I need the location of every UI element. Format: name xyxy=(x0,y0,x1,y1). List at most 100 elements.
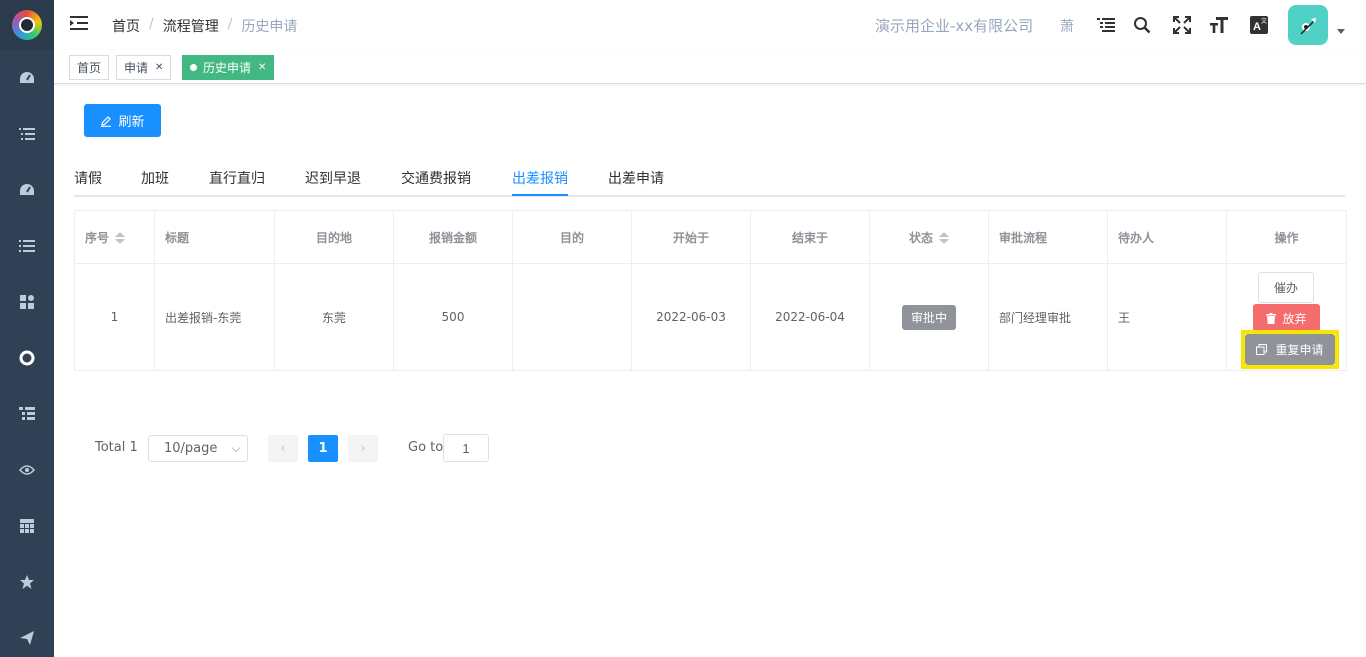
header-assignee: 待办人 xyxy=(1107,210,1227,264)
grid-icon[interactable] xyxy=(17,292,37,312)
reapply-label: 重复申请 xyxy=(1275,343,1324,357)
refresh-button[interactable]: 刷新 xyxy=(84,104,161,137)
hamburger-icon[interactable] xyxy=(70,15,88,35)
menu-tree-icon[interactable] xyxy=(1095,14,1117,36)
chevron-left-icon: ‹ xyxy=(280,441,286,456)
close-icon[interactable]: ✕ xyxy=(258,62,266,73)
abandon-label: 放弃 xyxy=(1282,311,1307,326)
active-tab-indicator xyxy=(512,194,568,196)
goto-input[interactable] xyxy=(443,434,489,462)
refresh-label: 刷新 xyxy=(118,115,145,130)
tag-label: 首页 xyxy=(77,61,102,75)
pagination-total: Total 1 xyxy=(95,440,138,455)
tree-list-icon[interactable] xyxy=(17,404,37,424)
company-name: 演示用企业-xx有限公司 xyxy=(875,17,1034,35)
dashboard-icon[interactable] xyxy=(17,68,37,88)
star-icon[interactable] xyxy=(17,572,37,592)
history-table: 序号 标题 目的地 报销金额 目的 开始于 结束于 状态 审批流程 待办人 操作… xyxy=(74,210,1347,371)
list-icon[interactable] xyxy=(17,124,37,144)
tag-apply[interactable]: 申请 ✕ xyxy=(116,55,172,80)
cell-destination: 东莞 xyxy=(274,263,394,371)
reapply-button[interactable]: 重复申请 xyxy=(1245,334,1335,365)
status-badge: 审批中 xyxy=(901,304,956,330)
tab-overtime[interactable]: 加班 xyxy=(141,168,169,188)
cell-status: 审批中 xyxy=(869,263,989,371)
urge-label: 催办 xyxy=(1273,281,1298,295)
chevron-down-icon xyxy=(231,443,241,453)
header-end: 结束于 xyxy=(750,210,870,264)
cell-purpose xyxy=(512,263,632,371)
goto-label: Go to xyxy=(408,440,444,455)
tab-travel-request[interactable]: 出差申请 xyxy=(608,168,664,188)
language-icon[interactable]: A文 xyxy=(1248,14,1270,36)
header-actions: 操作 xyxy=(1226,210,1347,264)
user-initial: 萧 xyxy=(1060,19,1074,35)
chevron-down-icon[interactable] xyxy=(1337,29,1345,34)
copy-icon xyxy=(1256,344,1268,355)
header-start: 开始于 xyxy=(631,210,751,264)
tab-transport-expense[interactable]: 交通费报销 xyxy=(401,168,471,188)
prev-page-button[interactable]: ‹ xyxy=(268,435,298,462)
tag-label: 历史申请 xyxy=(203,61,252,75)
next-page-button[interactable]: › xyxy=(348,435,378,462)
navbar: 首页 / 流程管理 / 历史申请 演示用企业-xx有限公司 萧 A文 xyxy=(54,0,1366,50)
tag-label: 申请 xyxy=(124,61,149,75)
tags-view: 首页 申请 ✕ 历史申请 ✕ xyxy=(54,50,1366,84)
avatar[interactable] xyxy=(1288,5,1328,45)
breadcrumb-current: 历史申请 xyxy=(241,19,298,35)
eye-icon[interactable] xyxy=(17,460,37,480)
breadcrumb-process[interactable]: 流程管理 xyxy=(163,16,219,36)
send-icon[interactable] xyxy=(17,628,37,648)
header-status[interactable]: 状态 xyxy=(869,210,989,264)
header-title: 标题 xyxy=(154,210,275,264)
tab-late-early[interactable]: 迟到早退 xyxy=(305,168,361,188)
edit-icon xyxy=(101,115,112,127)
tag-history[interactable]: 历史申请 ✕ xyxy=(182,55,275,80)
close-icon[interactable]: ✕ xyxy=(155,62,163,73)
trash-icon xyxy=(1266,312,1277,324)
lifebuoy-icon[interactable] xyxy=(17,348,37,368)
sort-icon[interactable] xyxy=(939,232,949,244)
table-icon[interactable] xyxy=(17,516,37,536)
cell-assignee: 王 xyxy=(1107,263,1227,371)
cell-end: 2022-06-04 xyxy=(750,263,870,371)
header-purpose: 目的 xyxy=(512,210,632,264)
menu-list-icon[interactable] xyxy=(17,236,37,256)
tab-direct-travel[interactable]: 直行直归 xyxy=(209,168,265,188)
page-size-value: 10/page xyxy=(164,441,218,456)
tab-travel-expense[interactable]: 出差报销 xyxy=(512,168,568,188)
app-logo[interactable] xyxy=(0,0,54,50)
breadcrumb: 首页 / 流程管理 / 历史申请 xyxy=(112,16,298,36)
tag-home[interactable]: 首页 xyxy=(69,55,110,80)
svg-text:A: A xyxy=(1253,21,1261,33)
svg-text:文: 文 xyxy=(1261,17,1267,25)
header-amount: 报销金额 xyxy=(393,210,513,264)
active-dot-icon xyxy=(190,64,197,71)
search-icon[interactable] xyxy=(1131,14,1153,36)
chevron-right-icon: › xyxy=(360,441,366,456)
cell-index: 1 xyxy=(74,263,155,371)
abandon-button[interactable]: 放弃 xyxy=(1253,304,1320,332)
table-row: 1 出差报销-东莞 东莞 500 2022-06-03 2022-06-04 审… xyxy=(74,263,1347,371)
cell-start: 2022-06-03 xyxy=(631,263,751,371)
page-number-current[interactable]: 1 xyxy=(308,435,338,462)
header-index[interactable]: 序号 xyxy=(74,210,155,264)
category-tabs: 请假 加班 直行直归 迟到早退 交通费报销 出差报销 出差申请 xyxy=(74,158,1345,197)
table-header-row: 序号 标题 目的地 报销金额 目的 开始于 结束于 状态 审批流程 待办人 操作 xyxy=(74,210,1347,264)
gauge-icon[interactable] xyxy=(17,180,37,200)
header-flow: 审批流程 xyxy=(988,210,1108,264)
logo-icon xyxy=(12,10,42,40)
font-size-icon[interactable] xyxy=(1208,14,1230,36)
urge-button[interactable]: 催办 xyxy=(1258,272,1314,303)
tab-leave[interactable]: 请假 xyxy=(74,168,102,188)
sidebar xyxy=(0,0,54,657)
cell-amount: 500 xyxy=(393,263,513,371)
cell-title: 出差报销-东莞 xyxy=(154,263,275,371)
cell-actions: 催办 放弃 重复申请 xyxy=(1226,263,1347,371)
highlight-box: 重复申请 xyxy=(1241,330,1339,369)
breadcrumb-home[interactable]: 首页 xyxy=(112,16,140,36)
fullscreen-icon[interactable] xyxy=(1171,14,1193,36)
page-size-select[interactable]: 10/page xyxy=(148,435,248,462)
sort-icon[interactable] xyxy=(115,232,126,244)
cell-flow: 部门经理审批 xyxy=(988,263,1108,371)
